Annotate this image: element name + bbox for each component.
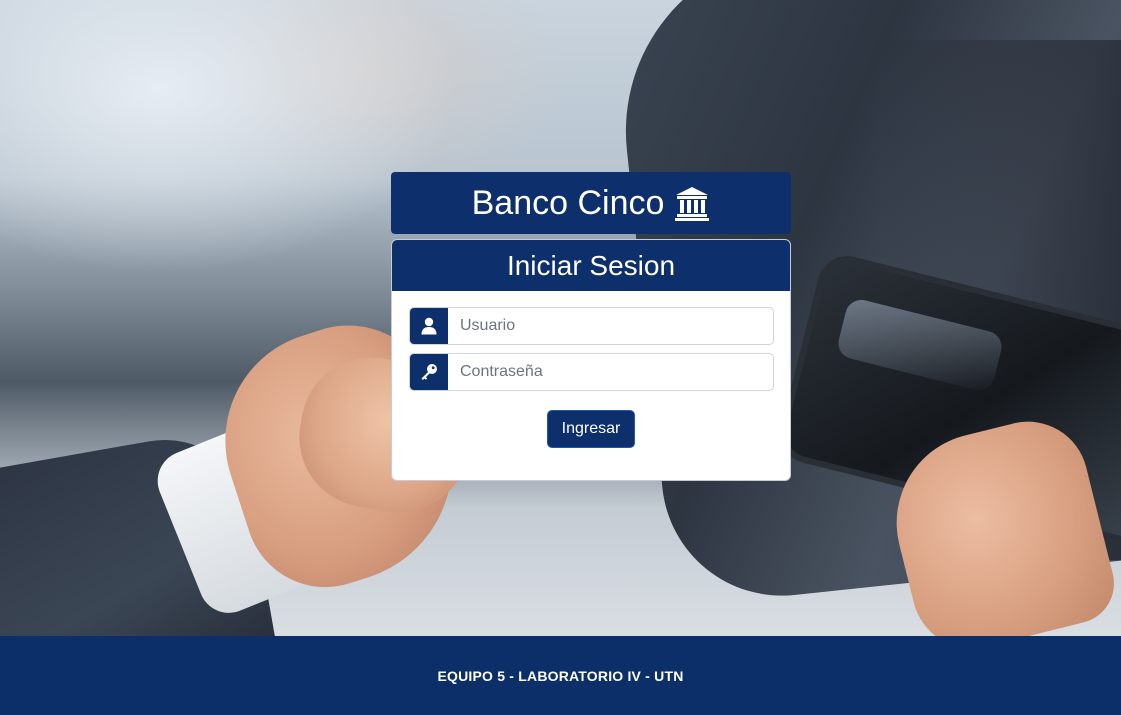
password-group <box>409 353 774 391</box>
bank-icon <box>674 185 710 221</box>
key-icon <box>410 354 448 390</box>
username-input[interactable] <box>448 308 773 344</box>
login-title: Iniciar Sesion <box>392 240 790 291</box>
footer-text: EQUIPO 5 - LABORATORIO IV - UTN <box>437 667 684 684</box>
brand-name: Banco Cinco <box>471 183 665 222</box>
brand-header: Banco Cinco <box>391 172 791 234</box>
footer: EQUIPO 5 - LABORATORIO IV - UTN <box>0 636 1121 715</box>
username-group <box>409 307 774 345</box>
password-input[interactable] <box>448 354 773 390</box>
user-icon <box>410 308 448 344</box>
login-submit-button[interactable]: Ingresar <box>547 410 635 448</box>
login-card: Iniciar Sesion Ingresar <box>391 239 791 481</box>
